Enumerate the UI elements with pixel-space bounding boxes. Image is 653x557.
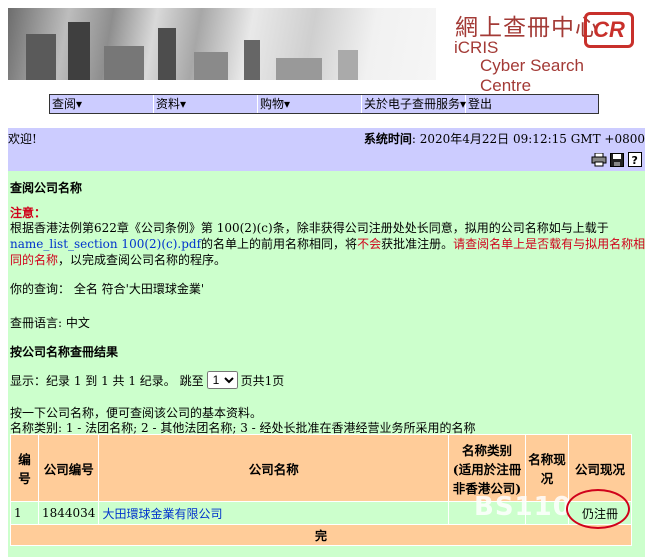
notice-line-1: 根据香港法例第622章《公司条例》第 100(2)(c)条，除非获得公司注册处处… <box>10 221 609 235</box>
printer-icon[interactable] <box>591 152 607 167</box>
banner-title-en: Cyber Search Centre <box>480 56 584 95</box>
table-footer-row: 完 <box>10 524 632 546</box>
notice-warning: 同的名称 <box>10 253 59 267</box>
notice-line-3: 同的名称，以完成查阅公司名称的程序。 <box>10 251 226 268</box>
results-table: 编号 公司编号 公司名称 名称类别 (适用於注冊非香港公司) 名称现况 公司现况… <box>10 434 632 546</box>
notice-emphasis: 不会 <box>357 237 382 251</box>
banner-title-cn: 網上查冊中心 <box>455 15 599 41</box>
menu-search-label: 查阅 <box>52 97 77 111</box>
system-time: 系统时间: 2020年4月22日 09:12:15 GMT +0800 <box>364 130 645 147</box>
notice-text: 的名单上的前用名称相同，将 <box>201 237 358 251</box>
notice-label: 注意： <box>10 206 47 220</box>
banner: 網上查冊中心 CR iCRIS Cyber Search Centre <box>8 8 634 95</box>
banner-title-icris: iCRIS <box>454 38 499 57</box>
welcome-bar: 欢迎! 系统时间: 2020年4月22日 09:12:15 GMT +0800 … <box>8 128 645 171</box>
dropdown-arrow-icon: ▾ <box>76 97 83 111</box>
cell-company-number: 1844034 <box>37 501 100 525</box>
table-end-label: 完 <box>10 524 632 546</box>
page-total-text: 页共1页 <box>240 373 285 388</box>
system-time-label: 系统时间 <box>363 132 412 146</box>
dropdown-arrow-icon: ▾ <box>284 97 291 111</box>
cell-number: 1 <box>10 501 39 525</box>
results-heading: 按公司名称查冊结果 <box>10 345 119 359</box>
menu-logout[interactable]: 登出 <box>466 95 598 113</box>
menu-search[interactable]: 查阅▾ <box>50 95 154 113</box>
menu-info[interactable]: 资料▾ <box>154 95 258 113</box>
notice-line-2: name_list_section 100(2)(c).pdf的名单上的前用名称… <box>10 235 645 252</box>
system-time-value: : 2020年4月22日 09:12:15 GMT +0800 <box>411 132 645 146</box>
query-text: 你的查询： 全名 符合'大田環球金業' <box>10 282 205 296</box>
watermark: BS110 <box>474 492 572 522</box>
save-icon[interactable] <box>609 152 625 167</box>
menu-about-label: 关於电子查冊服务 <box>364 97 461 111</box>
welcome-text: 欢迎! <box>8 132 37 146</box>
menu-about[interactable]: 关於电子查冊服务▾ <box>362 95 466 113</box>
toolbar-icons: ? <box>591 152 643 167</box>
menu-bar: 查阅▾ 资料▾ 购物▾ 关於电子查冊服务▾ 登出 <box>49 94 599 114</box>
record-count-text: 显示：纪录 1 到 1 共 1 纪录。 跳至 <box>10 373 204 388</box>
menu-shopping-label: 购物 <box>260 97 285 111</box>
cr-logo: CR <box>584 12 634 48</box>
banner-image <box>8 8 436 80</box>
notice-text: 获批准注册。 <box>381 237 454 251</box>
col-header-company-name: 公司名称 <box>98 434 449 502</box>
name-list-pdf-link[interactable]: name_list_section 100(2)(c).pdf <box>10 237 201 251</box>
page-jump-select[interactable]: 1 <box>206 371 238 389</box>
dropdown-arrow-icon: ▾ <box>180 97 187 111</box>
svg-text:?: ? <box>632 154 638 167</box>
col-header-company-number: 公司编号 <box>37 434 100 502</box>
help-icon[interactable]: ? <box>627 152 643 167</box>
page-title: 查阅公司名称 <box>10 181 83 195</box>
search-language: 查冊语言: 中文 <box>10 316 90 330</box>
highlight-circle <box>566 489 630 529</box>
menu-logout-label: 登出 <box>468 97 493 111</box>
notice-text: ，以完成查阅公司名称的程序。 <box>58 253 227 267</box>
pagination: 显示：纪录 1 到 1 共 1 纪录。 跳至 1 页共1页 <box>10 371 284 389</box>
notice-warning: 请查阅名单上是否载有与拟用名称相 <box>453 237 646 251</box>
col-header-number: 编号 <box>10 434 39 502</box>
company-name-link[interactable]: 大田環球金業有限公司 <box>98 501 449 525</box>
menu-info-label: 资料 <box>156 97 181 111</box>
menu-shopping[interactable]: 购物▾ <box>258 95 362 113</box>
